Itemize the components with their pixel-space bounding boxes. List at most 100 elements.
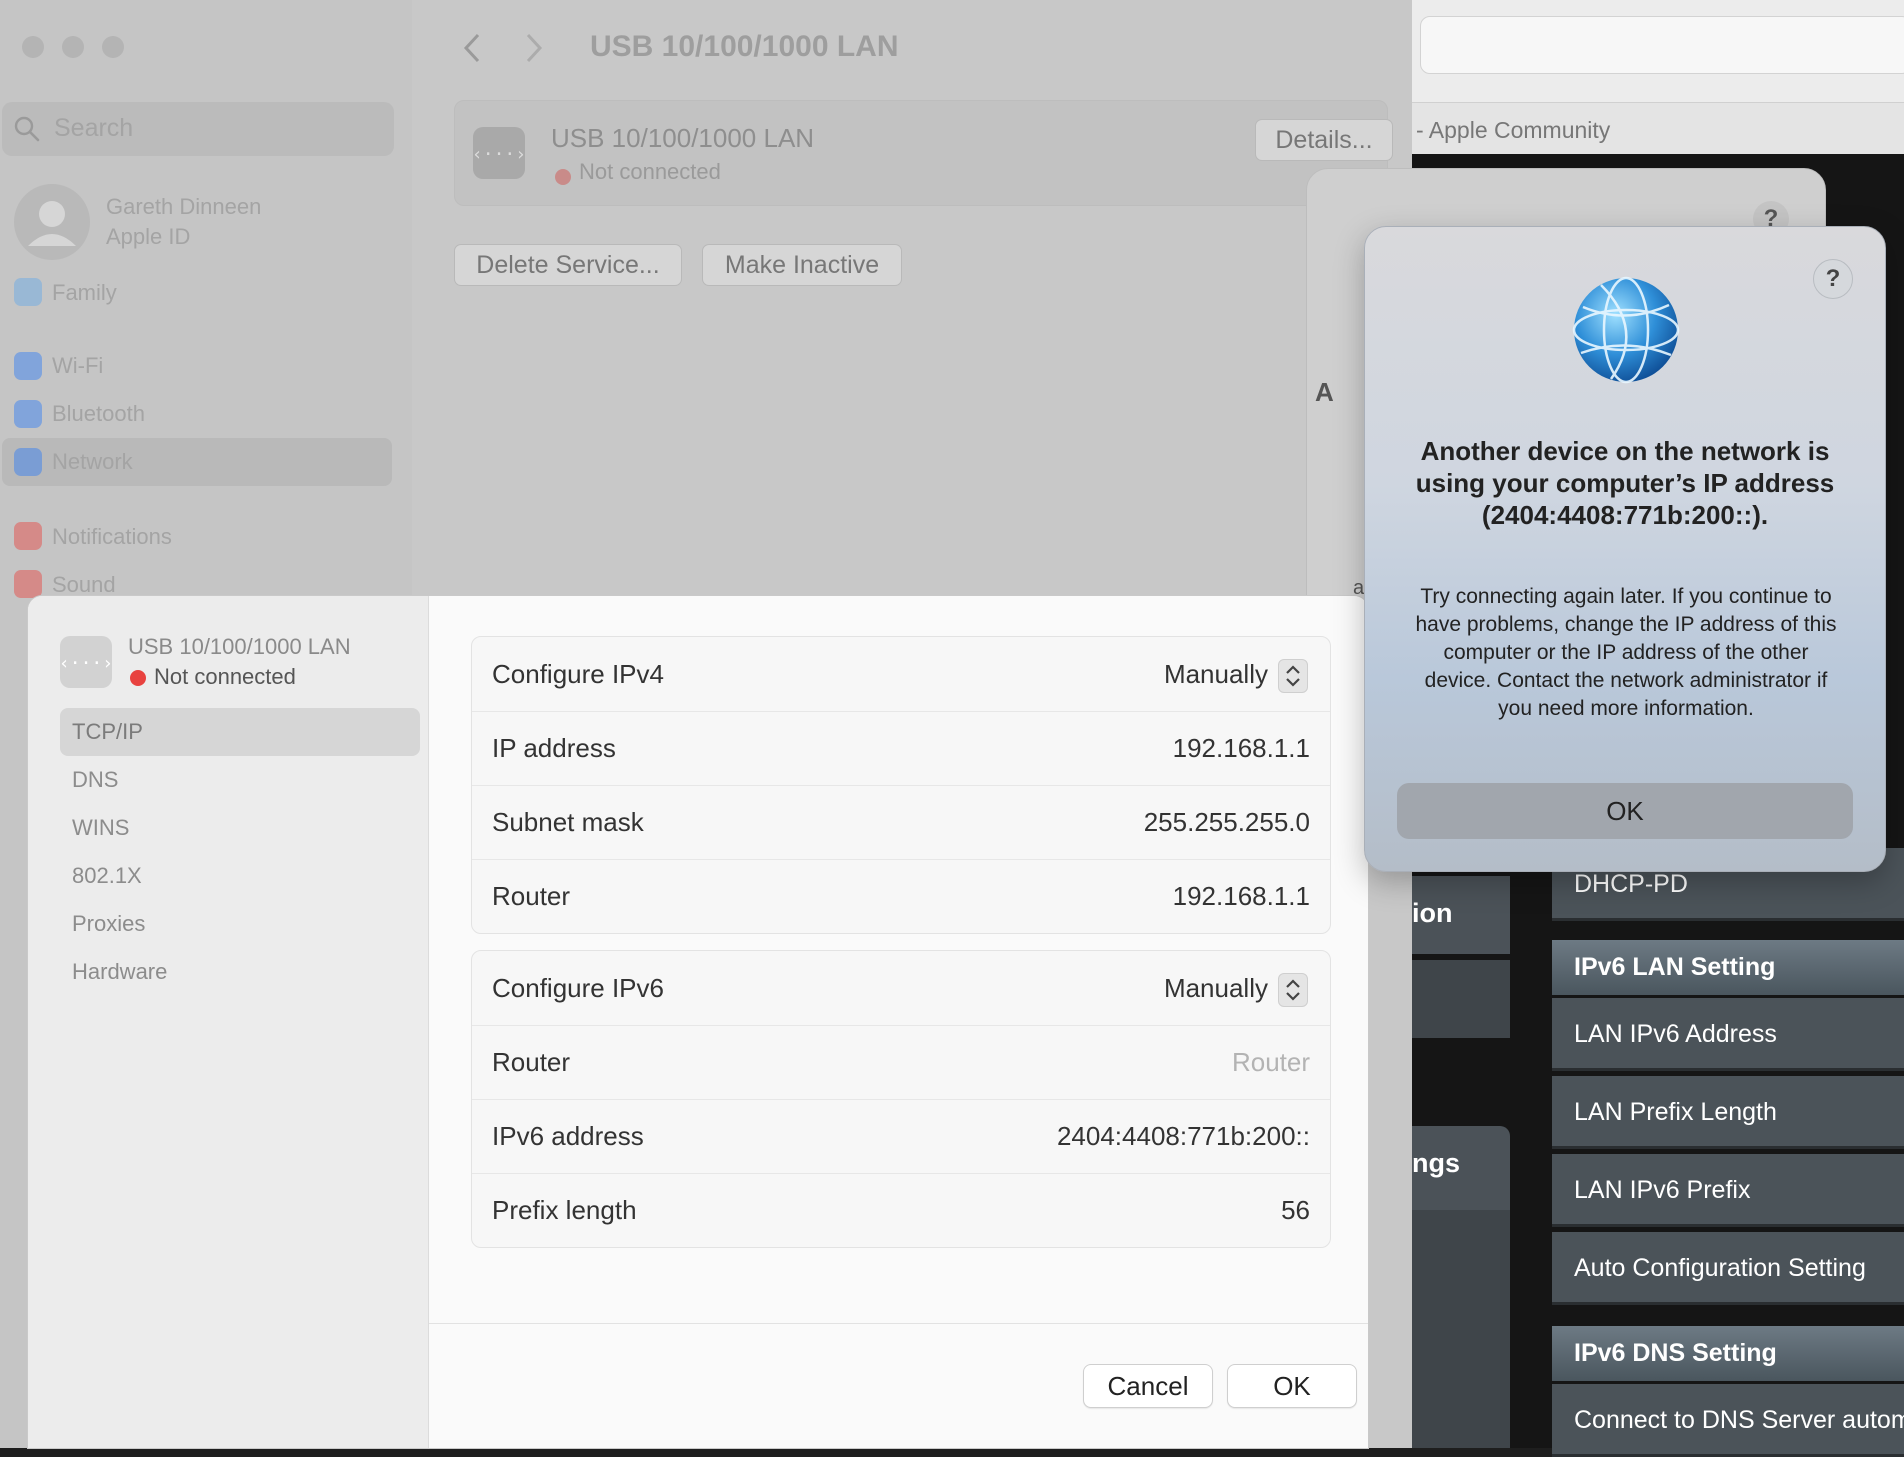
make-inactive-button[interactable]: Make Inactive [702, 244, 902, 286]
tab-hardware[interactable]: Hardware [60, 948, 420, 996]
service-name: USB 10/100/1000 LAN [551, 123, 815, 153]
ip-address-field[interactable]: 192.168.1.1 [1173, 733, 1310, 764]
alert-ok-button[interactable]: OK [1397, 783, 1853, 839]
menu-item-lan-ipv6-address[interactable]: LAN IPv6 Address [1552, 998, 1904, 1071]
ipv6-address-row: IPv6 address 2404:4408:771b:200:: [472, 1099, 1330, 1174]
svg-text:‹···›: ‹···› [473, 144, 525, 165]
subnet-mask-row: Subnet mask 255.255.255.0 [472, 785, 1330, 860]
tab-dns[interactable]: DNS [60, 756, 420, 804]
subnet-mask-label: Subnet mask [492, 807, 644, 837]
avatar[interactable] [14, 184, 90, 260]
ipv4-group: Configure IPv4 Manually IP address 192.1… [471, 636, 1331, 934]
forward-chevron-icon[interactable] [522, 32, 546, 64]
configure-ipv4-popup[interactable]: Manually [1164, 659, 1268, 690]
router-sidebar-label: ngs [1412, 1148, 1461, 1178]
help-button[interactable]: ? [1813, 259, 1853, 299]
chevron-up-down-icon[interactable] [1278, 659, 1308, 693]
router-label: Router [492, 881, 571, 911]
router-sidebar-item[interactable] [1412, 1210, 1510, 1448]
back-chevron-icon[interactable] [460, 32, 484, 64]
status-dot [130, 670, 146, 686]
prefix-length-row: Prefix length 56 [472, 1173, 1330, 1247]
search-placeholder: Search [54, 114, 134, 142]
ethernet-icon: ‹···› [59, 636, 113, 688]
sheet-service-name: USB 10/100/1000 LAN [128, 634, 351, 659]
sidebar-item-label: Notifications [52, 524, 172, 549]
service-card: ‹···› USB 10/100/1000 LAN Not connected … [454, 100, 1393, 206]
browser-tab-title: - Apple Community [1416, 117, 1611, 143]
ok-button[interactable]: OK [1227, 1364, 1357, 1408]
page-title: USB 10/100/1000 LAN [590, 30, 899, 63]
family-icon [14, 278, 42, 306]
tab-tcpip[interactable]: TCP/IP [60, 708, 420, 756]
sidebar-item-label: Sound [52, 572, 116, 597]
browser-toolbar [1412, 0, 1904, 102]
router-ipv4-row: Router 192.168.1.1 [472, 859, 1330, 933]
browser-tab[interactable]: - Apple Community [1412, 102, 1904, 155]
footer-divider [429, 1323, 1368, 1324]
ip-conflict-alert: ? Another device on the network is using… [1364, 226, 1886, 872]
delete-service-button[interactable]: Delete Service... [454, 244, 682, 286]
bell-icon [14, 522, 42, 550]
zoom-window-button[interactable] [102, 36, 124, 58]
svg-text:‹···›: ‹···› [60, 653, 112, 674]
ipv6-group: Configure IPv6 Manually Router Router IP… [471, 950, 1331, 1248]
close-window-button[interactable] [22, 36, 44, 58]
router-ipv6-field[interactable]: Router [1232, 1047, 1310, 1078]
tcpip-settings-pane: Configure IPv4 Manually IP address 192.1… [429, 596, 1368, 1448]
wifi-icon [14, 352, 42, 380]
menu-item-auto-configuration[interactable]: Auto Configuration Setting [1552, 1232, 1904, 1305]
router-sidebar-item[interactable]: ngs [1412, 1126, 1510, 1210]
search-icon [14, 116, 40, 142]
service-status: Not connected [579, 159, 721, 184]
menu-item-lan-ipv6-prefix[interactable]: LAN IPv6 Prefix [1552, 1154, 1904, 1227]
sidebar-item-label: Bluetooth [52, 401, 145, 426]
sidebar-item-label: Network [52, 449, 133, 474]
configure-ipv4-label: Configure IPv4 [492, 659, 664, 689]
back-alert-title-fragment: A [1315, 377, 1334, 407]
tab-proxies[interactable]: Proxies [60, 900, 420, 948]
router-sidebar-item[interactable] [1412, 960, 1510, 1038]
configure-ipv4-row: Configure IPv4 Manually [472, 637, 1330, 712]
configure-ipv6-row: Configure IPv6 Manually [472, 951, 1330, 1026]
menu-item-connect-dns[interactable]: Connect to DNS Server automa [1552, 1384, 1904, 1457]
router-field[interactable]: 192.168.1.1 [1173, 881, 1310, 912]
alert-message: Try connecting again later. If you conti… [1415, 585, 1837, 720]
user-subtitle: Apple ID [106, 224, 191, 249]
sidebar-item-network[interactable]: Network [2, 438, 392, 486]
ipv6-lan-setting-header: IPv6 LAN Setting [1552, 940, 1904, 995]
router-ipv6-label: Router [492, 1047, 571, 1077]
ip-address-label: IP address [492, 733, 616, 763]
menu-item-lan-prefix-length[interactable]: LAN Prefix Length [1552, 1076, 1904, 1149]
ipv6-dns-setting-header: IPv6 DNS Setting [1552, 1326, 1904, 1381]
globe-icon [14, 448, 42, 476]
speaker-icon [14, 570, 42, 598]
router-ipv6-row: Router Router [472, 1025, 1330, 1100]
person-icon [28, 201, 76, 246]
router-sidebar-label: ion [1412, 898, 1453, 928]
ethernet-icon: ‹···› [472, 127, 526, 179]
ipv6-address-label: IPv6 address [492, 1121, 644, 1151]
sidebar-item-label: Wi-Fi [52, 353, 104, 378]
cancel-button[interactable]: Cancel [1083, 1364, 1213, 1408]
tab-wins[interactable]: WINS [60, 804, 420, 852]
bluetooth-icon [14, 400, 42, 428]
status-dot [555, 169, 571, 185]
ip-address-row: IP address 192.168.1.1 [472, 711, 1330, 786]
sheet-sidebar: ‹···› USB 10/100/1000 LAN Not connected … [28, 596, 429, 1448]
details-button[interactable]: Details... [1255, 119, 1393, 161]
network-globe-icon [1572, 276, 1680, 384]
prefix-length-field[interactable]: 56 [1281, 1195, 1310, 1226]
configure-ipv6-popup[interactable]: Manually [1164, 973, 1268, 1004]
address-bar[interactable] [1420, 16, 1904, 74]
ipv6-address-field[interactable]: 2404:4408:771b:200:: [1057, 1121, 1310, 1152]
user-name: Gareth Dinneen [106, 194, 262, 219]
subnet-mask-field[interactable]: 255.255.255.0 [1144, 807, 1310, 838]
minimize-window-button[interactable] [62, 36, 84, 58]
search-field[interactable]: Search [2, 102, 394, 156]
sheet-service-status: Not connected [154, 664, 296, 689]
tab-8021x[interactable]: 802.1X [60, 852, 420, 900]
sidebar-item-label: Family [52, 280, 117, 305]
router-sidebar-item[interactable]: ion [1412, 876, 1510, 954]
chevron-up-down-icon[interactable] [1278, 973, 1308, 1007]
